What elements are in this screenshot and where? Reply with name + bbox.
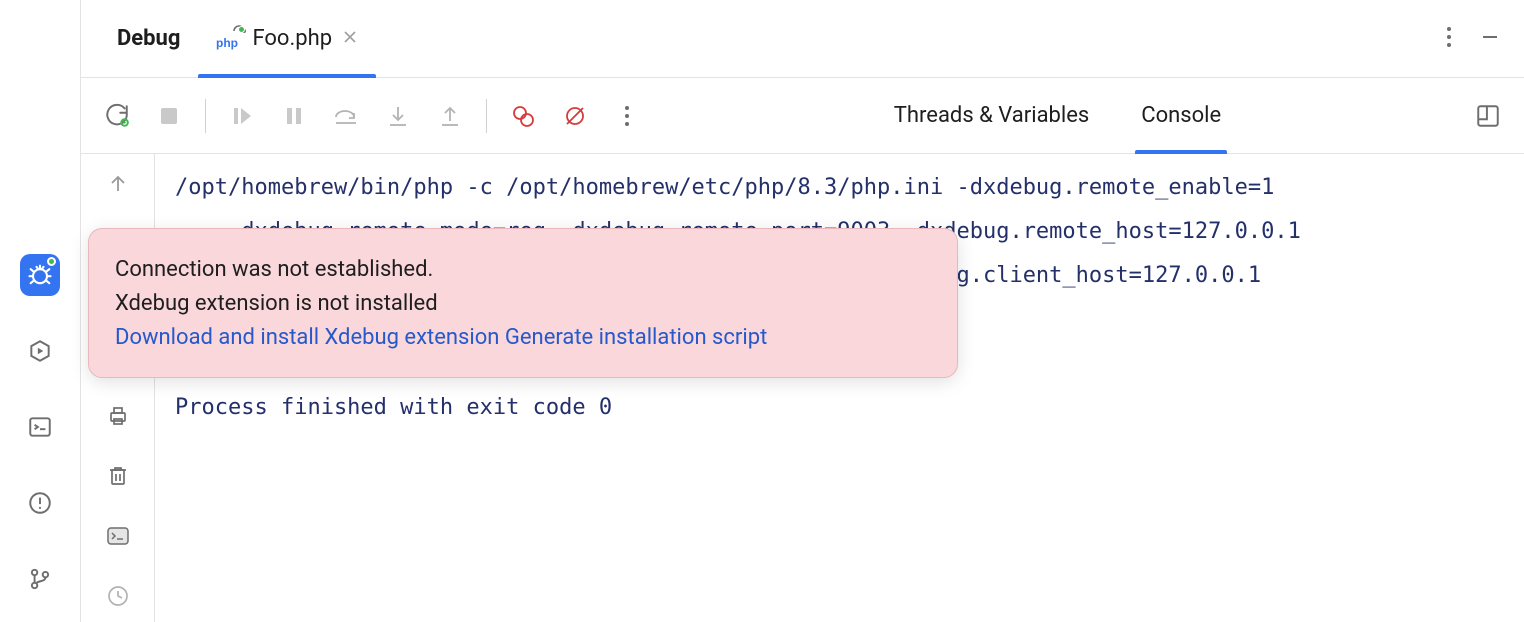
tool-group-step [228,102,464,130]
connection-error-popup: Connection was not established. Xdebug e… [88,228,958,378]
print-button[interactable] [104,402,132,430]
console-output[interactable]: /opt/homebrew/bin/php -c /opt/homebrew/e… [155,154,1524,622]
close-tab-button[interactable] [342,29,358,49]
arrow-up-icon [107,173,129,195]
popup-line-1: Connection was not established. [115,253,931,287]
minimize-icon [1480,27,1500,47]
pause-button[interactable] [280,102,308,130]
more-options-button[interactable] [1446,26,1452,52]
tool-group-run [103,102,183,130]
tab-file[interactable]: php Foo.php [198,0,376,77]
tab-threads-label: Threads & Variables [894,103,1089,128]
clock-icon [106,584,130,608]
view-breakpoints-button[interactable] [509,102,537,130]
rail-problems-button[interactable] [20,482,60,524]
toolbar-more-button[interactable] [613,102,641,130]
step-over-icon [333,105,359,127]
tab-console-label: Console [1141,103,1221,128]
history-button[interactable] [104,582,132,610]
scroll-up-button[interactable] [104,170,132,198]
stop-icon [158,105,180,127]
toolbar-right [1474,102,1502,130]
git-branch-icon [27,566,53,592]
mute-breakpoints-icon [563,104,587,128]
clear-button[interactable] [104,462,132,490]
tab-console[interactable]: Console [1141,78,1221,153]
rail-vcs-button[interactable] [20,558,60,600]
tab-bar-right [1446,0,1524,77]
step-out-icon [439,104,461,128]
mute-breakpoints-button[interactable] [561,102,589,130]
tab-debug-label: Debug [117,26,180,51]
separator [486,99,487,133]
tab-file-label: Foo.php [252,26,332,51]
tool-group-breakpoints [509,102,641,130]
activity-dot-icon [47,257,56,266]
svg-text:php: php [216,36,238,50]
warning-circle-icon [27,490,53,516]
new-console-button[interactable] [104,522,132,550]
resume-button[interactable] [228,102,256,130]
rail-debug-button[interactable] [20,254,60,296]
printer-icon [106,404,130,428]
separator [205,99,206,133]
popup-line-2: Xdebug extension is not installed [115,287,931,321]
trash-icon [107,464,129,488]
layout-icon [1475,103,1501,129]
console-new-icon [106,525,130,547]
kebab-icon [624,105,630,127]
left-rail [0,0,80,622]
center-tabs: Threads & Variables Console [894,78,1221,153]
step-over-button[interactable] [332,102,360,130]
step-into-button[interactable] [384,102,412,130]
run-outline-icon [27,338,53,364]
popup-links: Download and install Xdebug extension Ge… [115,321,931,355]
minimize-button[interactable] [1480,27,1500,51]
step-into-icon [387,104,409,128]
tab-debug[interactable]: Debug [99,0,198,77]
rerun-icon [104,103,130,129]
tab-bar: Debug php Foo.php [81,0,1524,78]
resume-icon [231,105,253,127]
rerun-button[interactable] [103,102,131,130]
console-line: Process finished with exit code 0 [175,395,612,420]
download-xdebug-link[interactable]: Download and install Xdebug extension [115,325,499,350]
activity-dot-icon [238,26,245,33]
debug-toolbar: Threads & Variables Console [81,78,1524,154]
layout-settings-button[interactable] [1474,102,1502,130]
console-gutter [81,154,155,622]
close-icon [342,29,358,45]
tab-threads-variables[interactable]: Threads & Variables [894,78,1089,153]
debug-body: /opt/homebrew/bin/php -c /opt/homebrew/e… [81,154,1524,622]
php-file-icon: php [216,29,242,49]
rail-terminal-button[interactable] [20,406,60,448]
rail-run-button[interactable] [20,330,60,372]
stop-button[interactable] [155,102,183,130]
pause-icon [283,105,305,127]
console-line: /opt/homebrew/bin/php -c /opt/homebrew/e… [175,175,1274,200]
step-out-button[interactable] [436,102,464,130]
generate-script-link[interactable]: Generate installation script [505,325,767,350]
breakpoints-icon [511,104,535,128]
terminal-icon [27,414,53,440]
kebab-icon [1446,26,1452,48]
